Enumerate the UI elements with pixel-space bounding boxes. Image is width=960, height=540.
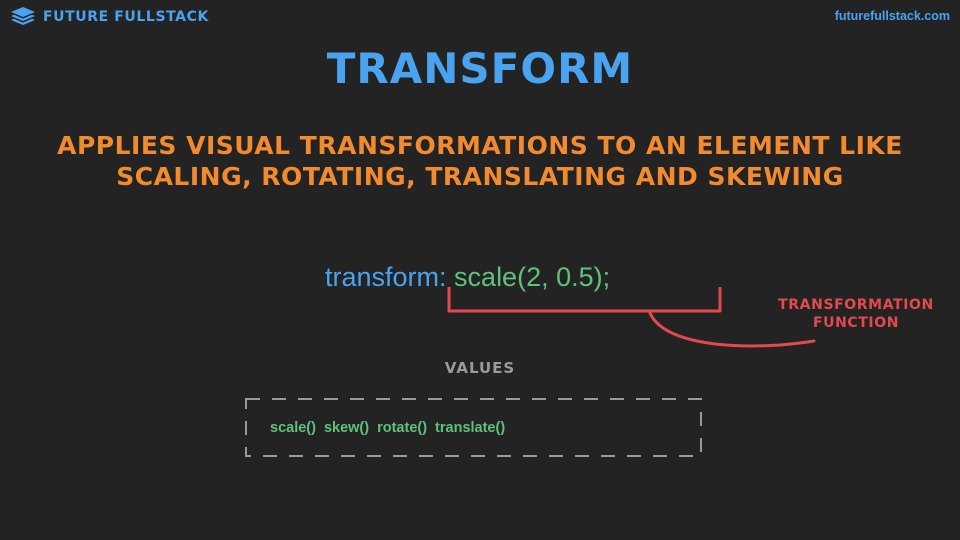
site-url-link[interactable]: futurefullstack.com [835,9,950,23]
values-label: VALUES [444,359,516,377]
description-line-2: SCALING, ROTATING, TRANSLATING AND SKEWI… [116,162,844,191]
annotation-line-1: TRANSFORMATION [778,297,934,313]
code-value: scale(2, 0.5); [454,262,611,292]
slide-title: TRANSFORM [326,44,634,93]
brand-logo[interactable]: FUTURE FULLSTACK [10,6,209,28]
slide-description: APPLIES VISUAL TRANSFORMATIONS TO AN ELE… [0,130,960,192]
value-rotate: rotate() [377,420,428,436]
code-example: transform: scale(2, 0.5); [325,262,610,293]
value-skew: skew() [323,420,370,436]
values-list: scale() skew() rotate() translate() [270,420,505,436]
value-scale: scale() [270,420,316,436]
code-property: transform: [325,262,447,292]
value-translate: translate() [435,420,506,436]
transformation-function-annotation: TRANSFORMATION FUNCTION [770,296,942,332]
brand-name: FUTURE FULLSTACK [43,9,209,25]
description-line-1: APPLIES VISUAL TRANSFORMATIONS TO AN ELE… [57,131,903,160]
stacked-layers-icon [11,7,35,25]
annotation-line-2: FUNCTION [812,315,900,331]
